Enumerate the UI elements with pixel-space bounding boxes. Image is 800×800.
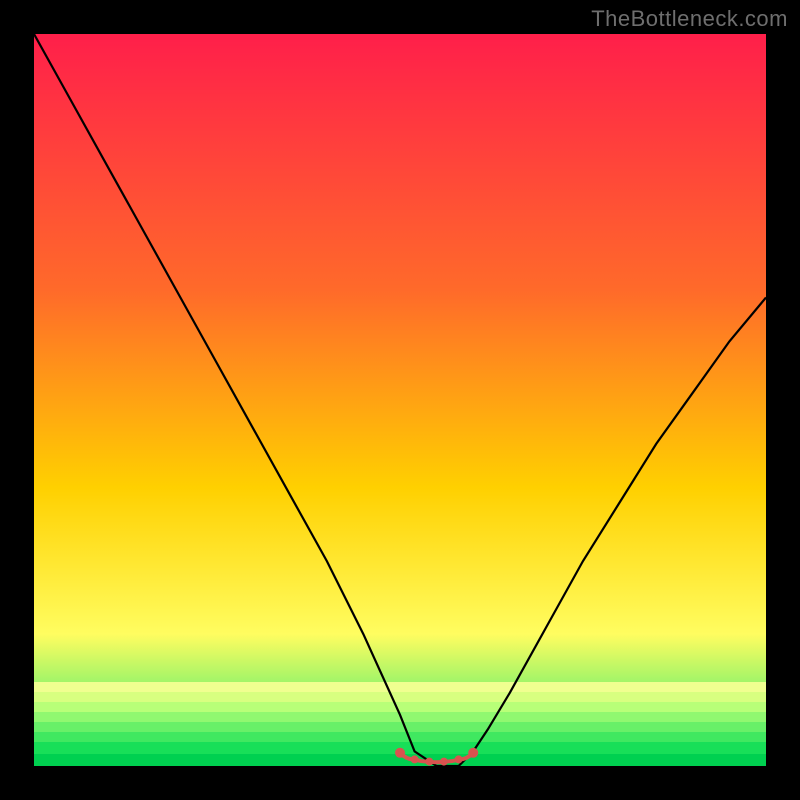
band-row — [34, 692, 766, 702]
band-row — [34, 702, 766, 712]
plot-area — [34, 34, 766, 766]
band-row — [34, 682, 766, 692]
band-row — [34, 722, 766, 732]
watermark-text: TheBottleneck.com — [591, 6, 788, 32]
gradient-background — [34, 34, 766, 766]
chart-svg — [34, 34, 766, 766]
chart-frame: TheBottleneck.com — [0, 0, 800, 800]
band-row — [34, 732, 766, 742]
